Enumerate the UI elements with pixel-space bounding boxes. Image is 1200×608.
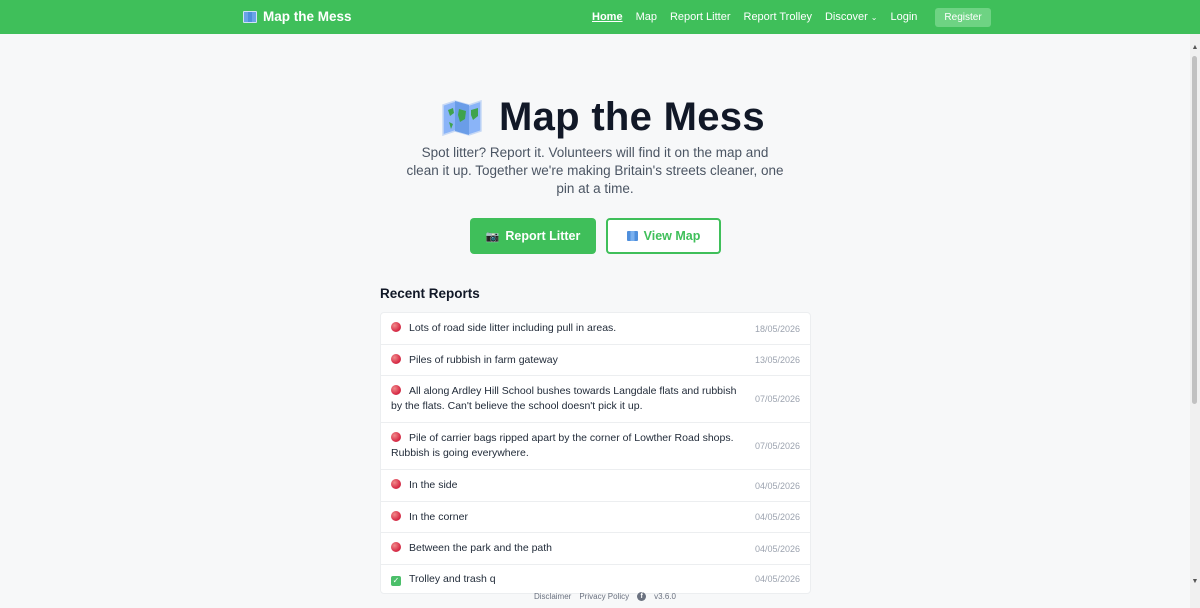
brand-name: Map the Mess — [263, 9, 352, 24]
report-text-wrap: In the side — [391, 478, 746, 493]
map-icon — [243, 10, 257, 23]
nav-home[interactable]: Home — [592, 11, 623, 23]
nav-report-litter[interactable]: Report Litter — [670, 11, 731, 23]
nav-report-trolley[interactable]: Report Trolley — [744, 11, 812, 23]
list-item[interactable]: Lots of road side litter including pull … — [381, 313, 810, 345]
view-map-label: View Map — [643, 229, 701, 243]
scrollbar-thumb[interactable] — [1192, 56, 1197, 404]
scrollbar[interactable]: ▲ ▼ — [1190, 34, 1200, 608]
report-text-wrap: Piles of rubbish in farm gateway — [391, 353, 746, 368]
list-item[interactable]: Between the park and the path 04/05/2026 — [381, 533, 810, 565]
page-title: Map the Mess — [499, 95, 765, 139]
report-date: 04/05/2026 — [754, 574, 800, 584]
facebook-icon[interactable]: f — [637, 592, 647, 601]
red-dot-icon — [391, 432, 401, 442]
red-dot-icon — [391, 385, 401, 395]
version-label: v3.6.0 — [654, 592, 676, 601]
camera-icon: 📷 — [485, 230, 500, 243]
report-text-wrap: Pile of carrier bags ripped apart by the… — [391, 431, 746, 461]
report-text: All along Ardley Hill School bushes towa… — [391, 385, 737, 412]
register-button[interactable]: Register — [935, 7, 991, 27]
report-text: In the corner — [409, 510, 468, 523]
report-text: Lots of road side litter including pull … — [409, 322, 617, 334]
report-text: Pile of carrier bags ripped apart by the… — [391, 432, 734, 459]
report-text-wrap: ✓ Trolley and trash q — [391, 572, 746, 587]
scroll-up-arrow-icon[interactable]: ▲ — [1191, 44, 1199, 52]
nav-discover[interactable]: Discover ⌄ — [825, 11, 878, 23]
brand-link[interactable]: Map the Mess — [243, 9, 352, 24]
report-litter-button[interactable]: 📷 Report Litter — [470, 218, 596, 254]
report-date: 18/05/2026 — [754, 323, 800, 334]
report-litter-label: Report Litter — [505, 229, 581, 243]
list-item[interactable]: Pile of carrier bags ripped apart by the… — [381, 423, 810, 470]
view-map-button[interactable]: View Map — [606, 218, 721, 254]
report-text-wrap: Lots of road side litter including pull … — [391, 321, 746, 336]
check-icon: ✓ — [391, 575, 401, 586]
nav-links: Home Map Report Litter Report Trolley Di… — [592, 0, 991, 34]
report-date: 04/05/2026 — [754, 480, 800, 491]
hero-title: Map the Mess — [441, 95, 765, 140]
privacy-policy-link[interactable]: Privacy Policy — [579, 592, 629, 601]
nav-discover-label: Discover — [824, 11, 868, 23]
report-date: 13/05/2026 — [754, 355, 800, 365]
report-text: In the side — [409, 479, 458, 491]
red-dot-icon — [391, 353, 401, 364]
navbar: Map the Mess Home Map Report Litter Repo… — [0, 0, 1200, 34]
red-dot-icon — [391, 542, 401, 552]
red-dot-icon — [391, 510, 401, 521]
report-text-wrap: Between the park and the path — [391, 541, 746, 556]
report-text-wrap: All along Ardley Hill School bushes towa… — [391, 384, 746, 414]
report-text: Trolley and trash q — [409, 572, 496, 585]
report-text: Piles of rubbish in farm gateway — [409, 353, 558, 366]
list-item[interactable]: In the side 04/05/2026 — [381, 470, 810, 502]
hero-subtitle: Spot litter? Report it. Volunteers will … — [406, 145, 784, 196]
list-item[interactable]: Piles of rubbish in farm gateway 13/05/2… — [381, 345, 810, 376]
red-dot-icon — [391, 322, 401, 332]
report-text: Between the park and the path — [409, 542, 553, 554]
world-map-icon — [441, 99, 483, 136]
nav-map[interactable]: Map — [636, 11, 657, 23]
map-icon — [626, 231, 638, 241]
disclaimer-link[interactable]: Disclaimer — [534, 592, 571, 601]
report-date: 04/05/2026 — [754, 512, 800, 522]
list-item[interactable]: In the corner 04/05/2026 — [381, 502, 810, 533]
recent-reports-heading: Recent Reports — [380, 286, 480, 301]
report-text-wrap: In the corner — [391, 510, 746, 525]
red-dot-icon — [391, 479, 401, 489]
footer: Disclaimer Privacy Policy f v3.6.0 — [534, 592, 676, 601]
report-date: 04/05/2026 — [754, 543, 800, 554]
scroll-down-arrow-icon[interactable]: ▼ — [1191, 578, 1199, 586]
nav-login[interactable]: Login — [890, 11, 917, 23]
list-item[interactable]: All along Ardley Hill School bushes towa… — [381, 376, 810, 423]
chevron-down-icon: ⌄ — [870, 13, 878, 22]
report-date: 07/05/2026 — [754, 394, 800, 404]
report-date: 07/05/2026 — [754, 441, 800, 451]
recent-reports-list: Lots of road side litter including pull … — [380, 312, 811, 594]
list-item[interactable]: ✓ Trolley and trash q 04/05/2026 — [381, 565, 810, 593]
